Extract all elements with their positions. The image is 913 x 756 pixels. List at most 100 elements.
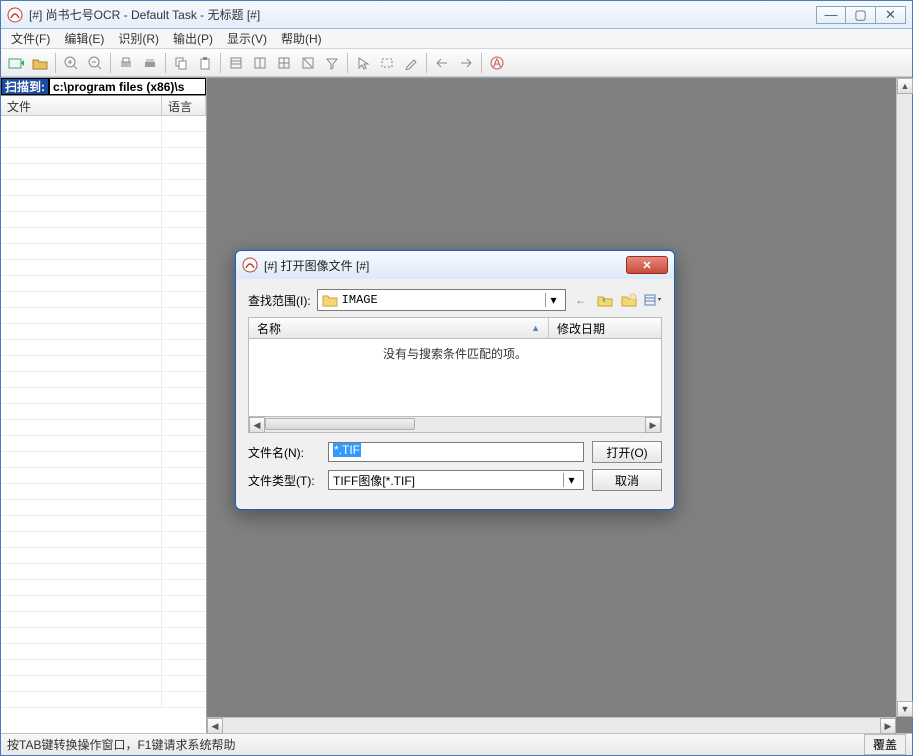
view-menu-icon[interactable] bbox=[644, 291, 662, 309]
toolbar-separator bbox=[481, 53, 482, 73]
menu-recognize[interactable]: 识别(R) bbox=[112, 28, 165, 49]
folder-dropdown[interactable]: IMAGE ▾ bbox=[317, 289, 566, 311]
tool-zoom-out-icon[interactable] bbox=[84, 52, 106, 74]
dialog-title: [#] 打开图像文件 [#] bbox=[264, 257, 626, 274]
vertical-scrollbar[interactable]: ▲ ▼ bbox=[896, 78, 912, 717]
tool-pen-icon[interactable] bbox=[400, 52, 422, 74]
back-icon[interactable]: ← bbox=[572, 291, 590, 309]
scroll-down-icon[interactable]: ▼ bbox=[897, 701, 913, 717]
table-row bbox=[1, 244, 206, 260]
table-row bbox=[1, 308, 206, 324]
menu-edit[interactable]: 编辑(E) bbox=[58, 28, 110, 49]
tool-nogrid-icon[interactable] bbox=[297, 52, 319, 74]
table-row bbox=[1, 452, 206, 468]
window-buttons: — ▢ ✕ bbox=[816, 6, 906, 24]
col-name[interactable]: 名称 ▲ bbox=[249, 318, 549, 338]
tool-pointer-icon[interactable] bbox=[352, 52, 374, 74]
close-button[interactable]: ✕ bbox=[876, 6, 906, 24]
cancel-button[interactable]: 取消 bbox=[592, 469, 662, 491]
tool-filter-icon[interactable] bbox=[321, 52, 343, 74]
table-row bbox=[1, 468, 206, 484]
col-date[interactable]: 修改日期 bbox=[549, 318, 661, 338]
menu-display[interactable]: 显示(V) bbox=[221, 28, 273, 49]
folder-icon bbox=[322, 293, 338, 307]
filetype-dropdown[interactable]: TIFF图像[*.TIF] ▾ bbox=[328, 470, 584, 490]
table-row bbox=[1, 612, 206, 628]
dialog-app-icon bbox=[242, 257, 258, 273]
scroll-right-icon[interactable]: ▶ bbox=[645, 417, 661, 433]
dialog-titlebar[interactable]: [#] 打开图像文件 [#] ✕ bbox=[236, 251, 674, 279]
tool-scan-icon[interactable] bbox=[5, 52, 27, 74]
tool-open-icon[interactable] bbox=[29, 52, 51, 74]
tool-next-icon[interactable] bbox=[455, 52, 477, 74]
tool-grid-icon[interactable] bbox=[273, 52, 295, 74]
table-row bbox=[1, 548, 206, 564]
menubar: 文件(F) 编辑(E) 识别(R) 输出(P) 显示(V) 帮助(H) bbox=[1, 29, 912, 49]
open-button[interactable]: 打开(O) bbox=[592, 441, 662, 463]
tool-prev-icon[interactable] bbox=[431, 52, 453, 74]
table-row bbox=[1, 420, 206, 436]
tool-layout2-icon[interactable] bbox=[249, 52, 271, 74]
look-in-row: 查找范围(I): IMAGE ▾ ← bbox=[248, 289, 662, 311]
tool-about-icon[interactable]: A bbox=[486, 52, 508, 74]
filename-row: 文件名(N): *.TIF 打开(O) bbox=[248, 441, 662, 463]
tool-device-icon[interactable] bbox=[139, 52, 161, 74]
table-row bbox=[1, 628, 206, 644]
filetype-row: 文件类型(T): TIFF图像[*.TIF] ▾ 取消 bbox=[248, 469, 662, 491]
toolbar-separator bbox=[426, 53, 427, 73]
file-table-header: 文件 语言 bbox=[1, 96, 206, 116]
toolbar-separator bbox=[220, 53, 221, 73]
status-text: 按TAB键转换操作窗口，F1键请求系统帮助 bbox=[7, 736, 864, 753]
table-row bbox=[1, 260, 206, 276]
chevron-down-icon[interactable]: ▾ bbox=[563, 473, 579, 487]
tool-zoom-in-icon[interactable] bbox=[60, 52, 82, 74]
window-title: [#] 尚书七号OCR - Default Task - 无标题 [#] bbox=[29, 6, 816, 23]
table-row bbox=[1, 196, 206, 212]
maximize-button[interactable]: ▢ bbox=[846, 6, 876, 24]
scan-path-field[interactable]: c:\program files (x86)\s bbox=[49, 78, 206, 95]
table-row bbox=[1, 212, 206, 228]
tool-paste-icon[interactable] bbox=[194, 52, 216, 74]
table-row bbox=[1, 388, 206, 404]
file-list-body[interactable]: 没有与搜索条件匹配的项。 bbox=[248, 339, 662, 417]
dialog-close-button[interactable]: ✕ bbox=[626, 256, 668, 274]
scan-row: 扫描到: c:\program files (x86)\s bbox=[1, 78, 206, 96]
scroll-left-icon[interactable]: ◀ bbox=[249, 417, 265, 433]
filename-field[interactable]: *.TIF bbox=[328, 442, 584, 462]
tool-layout1-icon[interactable] bbox=[225, 52, 247, 74]
chevron-down-icon[interactable]: ▾ bbox=[545, 293, 561, 307]
sort-asc-icon: ▲ bbox=[531, 323, 540, 333]
menu-file[interactable]: 文件(F) bbox=[5, 28, 56, 49]
scan-to-label: 扫描到: bbox=[1, 78, 49, 95]
new-folder-icon[interactable] bbox=[620, 291, 638, 309]
col-lang[interactable]: 语言 bbox=[162, 96, 206, 115]
look-in-label: 查找范围(I): bbox=[248, 292, 311, 309]
dialog-nav-icons: ← bbox=[572, 291, 662, 309]
menu-output[interactable]: 输出(P) bbox=[167, 28, 219, 49]
table-row bbox=[1, 692, 206, 708]
minimize-button[interactable]: — bbox=[816, 6, 846, 24]
titlebar: [#] 尚书七号OCR - Default Task - 无标题 [#] — ▢… bbox=[1, 1, 912, 29]
file-table-body[interactable] bbox=[1, 116, 206, 733]
tool-select-icon[interactable] bbox=[376, 52, 398, 74]
scroll-up-icon[interactable]: ▲ bbox=[897, 78, 913, 94]
up-folder-icon[interactable] bbox=[596, 291, 614, 309]
filename-label: 文件名(N): bbox=[248, 444, 320, 461]
table-row bbox=[1, 500, 206, 516]
menu-help[interactable]: 帮助(H) bbox=[275, 28, 328, 49]
scroll-right-icon[interactable]: ▶ bbox=[880, 718, 896, 734]
tool-copy-icon[interactable] bbox=[170, 52, 192, 74]
tool-print-icon[interactable] bbox=[115, 52, 137, 74]
horizontal-scrollbar[interactable]: ◀ ▶ bbox=[207, 717, 896, 733]
scroll-left-icon[interactable]: ◀ bbox=[207, 718, 223, 734]
app-icon bbox=[7, 7, 23, 23]
col-file[interactable]: 文件 bbox=[1, 96, 162, 115]
table-row bbox=[1, 564, 206, 580]
scroll-thumb[interactable] bbox=[265, 418, 415, 430]
filename-value: *.TIF bbox=[333, 443, 361, 457]
dialog-hscrollbar[interactable]: ◀ ▶ bbox=[248, 417, 662, 433]
filetype-value: TIFF图像[*.TIF] bbox=[333, 472, 415, 489]
table-row bbox=[1, 180, 206, 196]
table-row bbox=[1, 404, 206, 420]
table-row bbox=[1, 660, 206, 676]
